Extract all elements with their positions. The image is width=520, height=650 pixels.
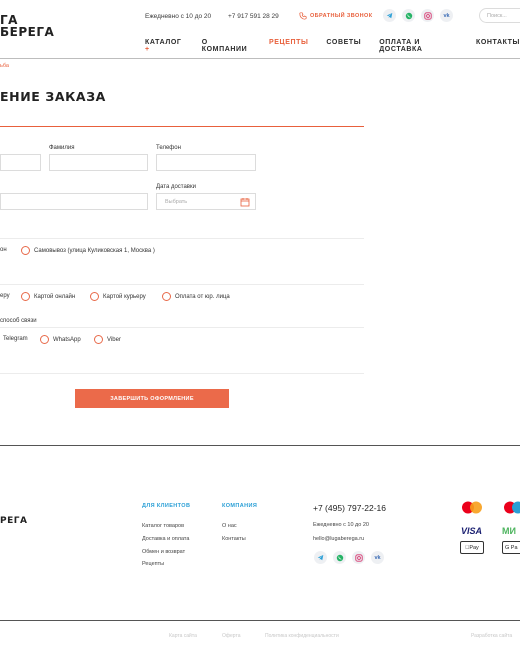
mastercard-logo — [460, 501, 484, 514]
logo[interactable]: ГА БЕРЕГА — [0, 14, 54, 38]
apple-pay-logo: Pay — [460, 541, 484, 554]
privacy-link[interactable]: Политика конфиденциальности — [265, 633, 339, 639]
surname-label: Фамилия — [49, 145, 75, 151]
google-pay-logo: G Pa — [502, 541, 520, 554]
instagram-icon[interactable] — [421, 9, 434, 22]
address-field[interactable] — [0, 193, 148, 210]
footer-link-returns[interactable]: Обмен и возврат — [142, 549, 185, 555]
nav-catalog[interactable]: КАТАЛОГ + — [145, 39, 185, 53]
footer-link-about[interactable]: О нас — [222, 523, 237, 529]
divider — [0, 327, 364, 328]
radio-button[interactable] — [40, 335, 49, 344]
instagram-icon[interactable] — [352, 551, 365, 564]
nav-tips[interactable]: СОВЕТЫ — [326, 39, 361, 53]
payment-option-label: еру — [0, 293, 10, 299]
delivery-option-pickup[interactable]: Самовывоз (улица Куликовская 1, Москва ) — [21, 246, 155, 255]
radio-button[interactable] — [21, 292, 30, 301]
phone-label: Телефон — [156, 145, 181, 151]
name-field[interactable] — [0, 154, 41, 171]
developer-credit[interactable]: Разработка сайта — [471, 633, 512, 639]
nav-payment-delivery[interactable]: ОПЛАТА И ДОСТАВКА — [379, 39, 458, 53]
footer-link-recipes[interactable]: Рецепты — [142, 561, 164, 567]
surname-field[interactable] — [49, 154, 148, 171]
contact-option-viber[interactable]: Viber — [94, 335, 121, 344]
visa-logo: VISA — [461, 526, 483, 536]
bottom-divider — [0, 620, 520, 621]
footer-logo[interactable]: РЕГА — [0, 516, 27, 526]
nav-contacts[interactable]: КОНТАКТЫ — [476, 39, 520, 53]
footer-email[interactable]: hello@lugaberega.ru — [313, 536, 364, 542]
search-placeholder: Поиск... — [487, 12, 507, 19]
work-hours: Ежедневно с 10 до 20 — [145, 13, 212, 20]
callback-label: ОБРАТНЫЙ ЗВОНОК — [310, 13, 373, 19]
whatsapp-icon[interactable] — [333, 551, 346, 564]
footer-hours: Ежедневно с 10 до 20 — [313, 522, 369, 528]
header-phone[interactable]: +7 917 591 28 29 — [228, 13, 279, 20]
vk-icon[interactable]: vk — [371, 551, 384, 564]
mir-logo: МИ — [502, 526, 516, 536]
divider — [0, 238, 364, 239]
nav-recipes[interactable]: РЕЦЕПТЫ — [269, 39, 308, 53]
vk-icon[interactable]: vk — [440, 9, 453, 22]
radio-button[interactable] — [21, 246, 30, 255]
footer-phone[interactable]: +7 (495) 797-22-16 — [313, 503, 386, 513]
site-header: ГА БЕРЕГА Ежедневно с 10 до 20 +7 917 59… — [0, 0, 520, 58]
payment-option-label: Картой онлайн — [34, 293, 76, 300]
delivery-option-courier[interactable]: он — [0, 247, 7, 253]
delivery-date-label: Дата доставки — [156, 184, 196, 190]
callback-button[interactable]: ОБРАТНЫЙ ЗВОНОК — [299, 12, 372, 20]
page-title: ЕНИЕ ЗАКАЗА — [0, 89, 106, 104]
footer-clients-title: ДЛЯ КЛИЕНТОВ — [142, 503, 191, 509]
social-links-header: vk — [383, 9, 453, 22]
sitemap-link[interactable]: Карта сайта — [169, 633, 197, 639]
contact-option-telegram[interactable]: Telegram — [3, 336, 28, 342]
delivery-date-placeholder: Выбрать — [165, 198, 188, 205]
calendar-icon[interactable] — [240, 197, 250, 207]
payment-option-label: Оплата от юр. лица — [175, 293, 230, 300]
radio-button[interactable] — [94, 335, 103, 344]
whatsapp-icon[interactable] — [402, 9, 415, 22]
payment-option-card-courier[interactable]: Картой курьеру — [90, 292, 146, 301]
social-links-footer: vk — [314, 551, 384, 564]
nav-company[interactable]: О КОМПАНИИ — [202, 39, 251, 53]
delivery-date-field[interactable]: Выбрать — [156, 193, 256, 210]
offer-link[interactable]: Оферта — [222, 633, 240, 639]
submit-order-button[interactable]: ЗАВЕРШИТЬ ОФОРМЛЕНИЕ — [75, 389, 229, 408]
contact-option-whatsapp[interactable]: WhatsApp — [40, 335, 81, 344]
footer-link-contacts[interactable]: Контакты — [222, 536, 246, 542]
main-nav: КАТАЛОГ + О КОМПАНИИ РЕЦЕПТЫ СОВЕТЫ ОПЛА… — [145, 39, 520, 53]
contact-method-title: способ связи — [0, 318, 37, 324]
submit-order-label: ЗАВЕРШИТЬ ОФОРМЛЕНИЕ — [110, 395, 194, 402]
telegram-icon[interactable] — [314, 551, 327, 564]
divider — [0, 373, 364, 374]
search-input[interactable]: Поиск... — [479, 8, 520, 23]
radio-button[interactable] — [162, 292, 171, 301]
footer-link-delivery[interactable]: Доставка и оплата — [142, 536, 189, 542]
nav-catalog-label: КАТАЛОГ — [145, 39, 182, 46]
footer-divider — [0, 445, 520, 446]
delivery-option-label: он — [0, 247, 7, 253]
mastercard-logo-partial — [502, 501, 520, 519]
phone-icon — [299, 12, 307, 20]
payment-option-legal-entity[interactable]: Оплата от юр. лица — [162, 292, 230, 301]
payment-option-online[interactable]: Картой онлайн — [21, 292, 75, 301]
breadcrumb[interactable]: ьба — [0, 63, 9, 69]
delivery-option-label: Самовывоз (улица Куликовская 1, Москва ) — [34, 247, 155, 254]
telegram-icon[interactable] — [383, 9, 396, 22]
radio-button[interactable] — [90, 292, 99, 301]
footer-company-title: КОМПАНИЯ — [222, 503, 258, 509]
title-underline — [0, 126, 364, 127]
contact-option-label: Viber — [107, 336, 121, 343]
contact-option-label: WhatsApp — [53, 336, 81, 343]
payment-option-label: Картой курьеру — [103, 293, 146, 300]
logo-line2: БЕРЕГА — [0, 25, 55, 39]
divider — [0, 284, 364, 285]
footer-link-catalog[interactable]: Каталог товаров — [142, 523, 184, 529]
header-divider — [0, 58, 520, 59]
contact-option-label: Telegram — [3, 336, 28, 342]
payment-option-cash[interactable]: еру — [0, 293, 10, 299]
plus-icon: + — [145, 46, 150, 53]
phone-field[interactable] — [156, 154, 256, 171]
